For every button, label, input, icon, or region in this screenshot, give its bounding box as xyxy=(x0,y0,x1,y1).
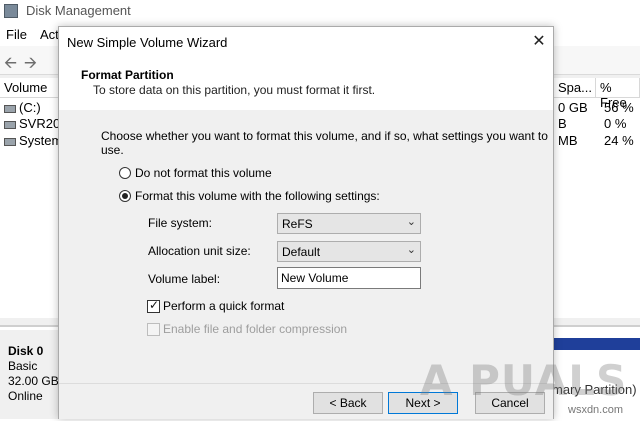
disk-status: Online xyxy=(8,389,43,403)
disk-label: Disk 0 xyxy=(8,344,44,358)
close-icon[interactable]: ✕ xyxy=(527,31,551,53)
back-button[interactable]: < Back xyxy=(313,392,383,414)
radio-format-volume[interactable] xyxy=(119,190,131,202)
app-title: Disk Management xyxy=(26,3,131,18)
menu-action[interactable]: Act xyxy=(40,27,59,42)
dialog-title: New Simple Volume Wizard xyxy=(67,35,228,50)
file-system-label: File system: xyxy=(148,216,213,230)
forward-arrow-icon[interactable]: 🡪 xyxy=(24,52,37,79)
table-row[interactable]: System xyxy=(4,133,62,148)
volume-label-field[interactable] xyxy=(277,267,421,289)
volume-label-input[interactable] xyxy=(281,271,417,285)
allocation-unit-label: Allocation unit size: xyxy=(148,244,251,258)
drive-icon xyxy=(4,120,16,129)
site-watermark: wsxdn.com xyxy=(568,404,624,416)
header-subtitle: To store data on this partition, you mus… xyxy=(93,83,376,97)
disk-management-titlebar: Disk Management xyxy=(0,0,640,23)
back-arrow-icon[interactable]: 🡨 xyxy=(4,52,17,79)
dialog-titlebar: New Simple Volume Wizard ✕ xyxy=(59,27,553,58)
percent-free-value: 0 % xyxy=(604,116,627,131)
wizard-body: Choose whether you want to format this v… xyxy=(59,110,553,383)
radio-format-volume-label[interactable]: Format this volume with the following se… xyxy=(135,189,380,203)
quick-format-checkbox[interactable]: ✓ xyxy=(147,298,160,313)
header-title: Format Partition xyxy=(81,68,174,82)
disk-size: 32.00 GB xyxy=(8,374,59,388)
radio-do-not-format-label[interactable]: Do not format this volume xyxy=(135,166,272,180)
chevron-down-icon: ⌄ xyxy=(406,244,416,256)
menu-file[interactable]: File xyxy=(6,27,27,42)
column-percent-free[interactable]: % Free xyxy=(596,78,640,110)
compression-label: Enable file and folder compression xyxy=(163,322,348,336)
intro-text: Choose whether you want to format this v… xyxy=(101,129,548,157)
drive-icon xyxy=(4,137,16,146)
drive-icon xyxy=(4,104,16,113)
disk-type: Basic xyxy=(8,359,38,373)
check-icon: ✓ xyxy=(149,298,160,312)
partition-bar[interactable] xyxy=(552,338,640,350)
chevron-down-icon: ⌄ xyxy=(406,216,416,228)
free-space-value: MB xyxy=(558,133,578,148)
disk-management-icon xyxy=(4,4,18,18)
radio-selected-dot xyxy=(122,193,128,199)
column-free-space[interactable]: Spa... xyxy=(554,78,596,98)
compression-checkbox xyxy=(147,323,160,336)
volume-label-label: Volume label: xyxy=(148,272,221,286)
table-row[interactable]: (C:) xyxy=(4,100,41,115)
appuals-watermark: A PUALS xyxy=(420,356,628,405)
column-volume[interactable]: Volume xyxy=(0,78,60,98)
percent-free-value: 56 % xyxy=(604,100,634,115)
disk-info-panel[interactable]: Disk 0 Basic 32.00 GB Online xyxy=(0,330,61,419)
free-space-value: 0 GB xyxy=(558,100,588,115)
allocation-unit-select[interactable]: Default ⌄ xyxy=(277,241,421,262)
wizard-header: Format Partition To store data on this p… xyxy=(59,58,553,111)
radio-do-not-format[interactable] xyxy=(119,167,131,179)
file-system-select[interactable]: ReFS ⌄ xyxy=(277,213,421,234)
allocation-unit-value: Default xyxy=(282,245,321,259)
free-space-value: B xyxy=(558,116,567,131)
quick-format-label[interactable]: Perform a quick format xyxy=(163,299,284,313)
file-system-value: ReFS xyxy=(282,217,313,231)
percent-free-value: 24 % xyxy=(604,133,634,148)
